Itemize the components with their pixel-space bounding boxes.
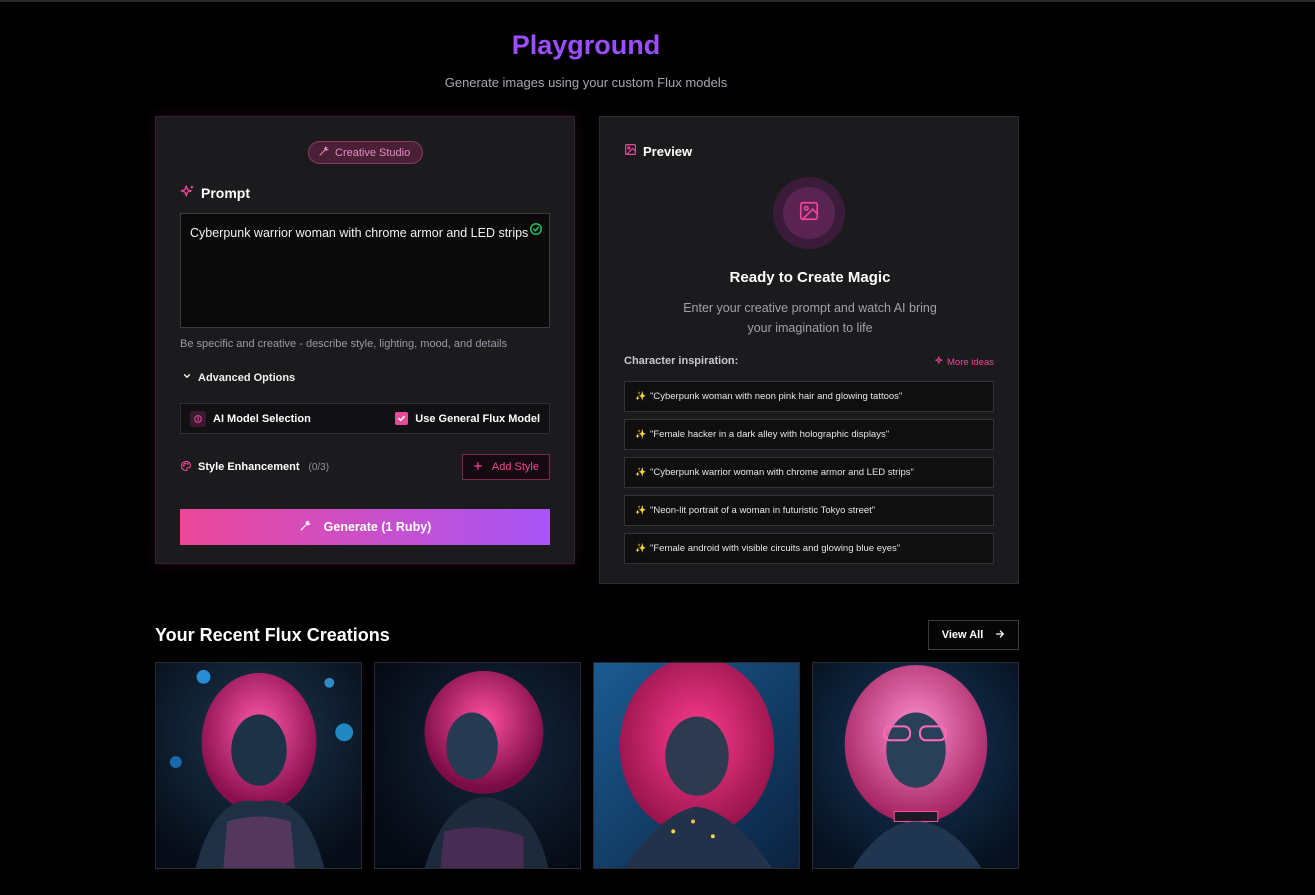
plus-icon: [473, 461, 483, 474]
more-ideas-label: More ideas: [947, 356, 994, 368]
inspiration-label: Character inspiration:: [624, 355, 739, 367]
top-border: [0, 0, 1315, 2]
model-selection-row: AI Model Selection Use General Flux Mode…: [180, 403, 550, 434]
general-flux-label: Use General Flux Model: [415, 412, 540, 425]
image-icon: [798, 200, 820, 227]
page-subtitle: Generate images using your custom Flux m…: [444, 75, 728, 90]
prompt-hint: Be specific and creative - describe styl…: [180, 338, 508, 350]
cpu-icon: [190, 410, 206, 427]
sparkle-icon: ✨: [635, 429, 647, 439]
prompt-text: Cyberpunk warrior woman with chrome armo…: [190, 226, 529, 240]
general-flux-toggle[interactable]: Use General Flux Model: [395, 412, 540, 425]
prompt-label: Prompt: [201, 185, 250, 201]
add-style-button[interactable]: Add Style: [461, 454, 550, 480]
chevron-down-icon: [182, 371, 192, 384]
image-icon: [624, 143, 637, 159]
inspiration-text: "Cyberpunk woman with neon pink hair and…: [650, 391, 903, 402]
recent-creations-title: Your Recent Flux Creations: [155, 625, 390, 645]
inspiration-item[interactable]: ✨ "Cyberpunk warrior woman with chrome a…: [624, 457, 994, 488]
style-count: (0/3): [308, 461, 330, 473]
preview-placeholder: [773, 177, 845, 249]
inspiration-list: ✨ "Cyberpunk woman with neon pink hair a…: [624, 381, 994, 571]
prompt-textarea[interactable]: Cyberpunk warrior woman with chrome armo…: [180, 213, 550, 328]
view-all-button[interactable]: View All: [928, 620, 1019, 650]
general-flux-checkbox[interactable]: [395, 412, 409, 425]
model-selection-label: AI Model Selection: [213, 412, 311, 425]
palette-icon: [180, 460, 192, 475]
generate-button[interactable]: Generate (1 Ruby): [180, 509, 550, 545]
style-enhancement-row: Style Enhancement (0/3) Add Style: [180, 454, 550, 480]
creation-thumbnail[interactable]: [812, 662, 1019, 869]
generate-label: Generate (1 Ruby): [323, 520, 432, 534]
advanced-options-label: Advanced Options: [198, 371, 296, 384]
arrow-right-icon: [995, 629, 1005, 642]
sparkle-icon: ✨: [635, 543, 647, 553]
preview-heading: Preview: [624, 143, 692, 159]
sparkle-icon: ✨: [635, 505, 647, 515]
check-circle-icon: [529, 222, 543, 236]
inspiration-text: "Female hacker in a dark alley with holo…: [650, 429, 890, 440]
inspiration-item[interactable]: ✨ "Neon-lit portrait of a woman in futur…: [624, 495, 994, 526]
creation-thumbnail[interactable]: [155, 662, 362, 869]
style-enhancement-label: Style Enhancement: [198, 461, 300, 473]
creative-studio-badge: Creative Studio: [308, 141, 424, 164]
ready-subtitle: Enter your creative prompt and watch AI …: [683, 301, 937, 335]
prompt-panel: Creative Studio Prompt Cyberpunk warrior…: [155, 116, 575, 564]
badge-label: Creative Studio: [335, 146, 411, 159]
page-title: Playground: [511, 30, 661, 60]
prompt-heading: Prompt: [180, 184, 250, 202]
creation-thumbnail[interactable]: [374, 662, 581, 869]
inspiration-text: "Female android with visible circuits an…: [650, 543, 901, 554]
ready-title: Ready to Create Magic: [729, 269, 891, 286]
inspiration-item[interactable]: ✨ "Female hacker in a dark alley with ho…: [624, 419, 994, 450]
inspiration-text: "Cyberpunk warrior woman with chrome arm…: [650, 467, 914, 478]
inspiration-item[interactable]: ✨ "Female android with visible circuits …: [624, 533, 994, 564]
inspiration-item[interactable]: ✨ "Cyberpunk woman with neon pink hair a…: [624, 381, 994, 412]
wand-icon: [318, 145, 330, 160]
creation-thumbnail[interactable]: [593, 662, 800, 869]
advanced-options-toggle[interactable]: Advanced Options: [182, 371, 295, 384]
inspiration-text: "Neon-lit portrait of a woman in futuris…: [650, 505, 876, 516]
preview-label: Preview: [643, 143, 693, 159]
view-all-label: View All: [941, 629, 984, 641]
sparkle-icon: ✨: [635, 467, 647, 477]
sparkles-icon: [180, 184, 195, 202]
sparkles-icon: [934, 355, 944, 368]
add-style-label: Add Style: [491, 461, 539, 473]
sparkle-icon: ✨: [635, 391, 647, 401]
wand-icon: [299, 519, 312, 535]
more-ideas-link[interactable]: More ideas: [934, 355, 994, 368]
preview-panel: Preview Ready to Create Magic Enter your…: [599, 116, 1019, 584]
